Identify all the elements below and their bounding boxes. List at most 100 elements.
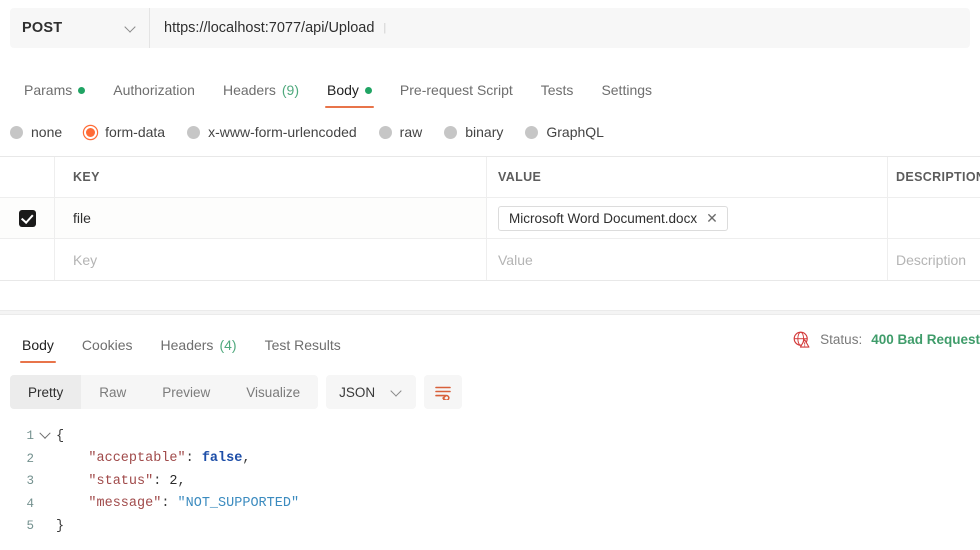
code-token: : — [153, 473, 170, 489]
header-description-cell: DESCRIPTION — [896, 170, 980, 184]
body-type-none[interactable]: none — [10, 124, 62, 140]
code-line: 1 { — [0, 425, 980, 448]
url-input[interactable]: https://localhost:7077/api/Upload | — [150, 8, 970, 48]
postman-window: POST https://localhost:7077/api/Upload |… — [0, 0, 980, 550]
code-token: 2 — [169, 473, 178, 489]
body-type-raw[interactable]: raw — [378, 124, 423, 140]
chevron-down-icon — [125, 22, 137, 34]
tab-authorization[interactable]: Authorization — [99, 72, 209, 108]
tab-headers[interactable]: Headers (9) — [209, 72, 313, 108]
response-tab-headers[interactable]: Headers (4) — [147, 327, 251, 363]
empty-row-description-input[interactable]: Description — [888, 239, 980, 280]
table-row-empty: Key Value Description — [0, 239, 980, 280]
code-line: 3 "status": 2, — [0, 470, 980, 493]
tab-body[interactable]: Body — [313, 72, 386, 108]
view-preview-button[interactable]: Preview — [144, 375, 228, 409]
word-wrap-icon — [435, 386, 451, 400]
empty-row-checkbox-cell[interactable] — [0, 239, 55, 280]
response-language-selector[interactable]: JSON — [326, 375, 417, 409]
pane-resize-handle[interactable] — [0, 310, 980, 315]
radio-icon-graphql — [525, 125, 539, 139]
tab-tests[interactable]: Tests — [527, 72, 588, 108]
code-line: 4 "message": "NOT_SUPPORTED" — [0, 493, 980, 516]
status-badge: 400 Bad Request — [871, 332, 980, 347]
code-token: false — [201, 451, 243, 467]
empty-row-value-input[interactable]: Value — [487, 239, 888, 280]
response-tab-headers-count: (4) — [219, 337, 237, 353]
request-url-bar: POST https://localhost:7077/api/Upload | — [10, 8, 970, 48]
body-type-form-data[interactable]: form-data — [84, 124, 165, 140]
response-language-label: JSON — [339, 384, 376, 400]
empty-row-key-placeholder: Key — [73, 251, 98, 268]
radio-icon-form-data — [84, 125, 98, 139]
form-data-table: KEY VALUE DESCRIPTION file Microsoft Wor… — [0, 156, 980, 281]
code-token: "status" — [88, 473, 154, 489]
row-description-cell[interactable] — [888, 198, 980, 238]
body-type-radio-group: none form-data x-www-form-urlencoded raw… — [10, 118, 626, 146]
response-tab-cookies[interactable]: Cookies — [68, 327, 147, 363]
response-tab-cookies-label: Cookies — [81, 337, 133, 353]
line-number: 3 — [26, 474, 34, 489]
radio-icon-urlencoded — [187, 125, 201, 139]
code-line: 5 } — [0, 515, 980, 538]
tab-headers-count: (9) — [281, 82, 299, 98]
row-value-cell[interactable]: Microsoft Word Document.docx ✕ — [487, 198, 888, 238]
url-value: https://localhost:7077/api/Upload — [164, 20, 375, 36]
tab-pre-request-script-label: Pre-request Script — [399, 82, 513, 98]
tab-params[interactable]: Params — [10, 72, 99, 108]
globe-warning-icon — [793, 331, 810, 348]
response-tab-test-results[interactable]: Test Results — [251, 327, 355, 363]
header-checkbox-cell — [0, 157, 55, 197]
table-row: file Microsoft Word Document.docx ✕ — [0, 198, 980, 239]
row-key-text: file — [73, 210, 91, 226]
body-type-graphql-label: GraphQL — [546, 124, 604, 140]
view-raw-button[interactable]: Raw — [81, 375, 144, 409]
header-value-cell: VALUE — [487, 157, 888, 197]
body-type-none-label: none — [31, 124, 63, 140]
response-body-viewer[interactable]: 1 { 2 "acceptable": false, 3 "status": 2… — [0, 425, 980, 550]
body-modified-dot-icon — [364, 86, 372, 94]
chevron-down-icon — [391, 386, 403, 398]
line-number: 4 — [26, 496, 34, 511]
empty-row-value-placeholder: Value — [498, 251, 533, 268]
response-tab-body-label: Body — [22, 337, 54, 353]
http-method-label: POST — [22, 20, 63, 36]
view-visualize-button[interactable]: Visualize — [228, 375, 318, 409]
word-wrap-toggle-button[interactable] — [424, 375, 463, 409]
row-key-cell[interactable]: file — [55, 198, 487, 238]
empty-row-description-placeholder: Description — [896, 251, 967, 268]
response-tab-body[interactable]: Body — [8, 327, 68, 363]
http-method-selector[interactable]: POST — [10, 8, 150, 48]
tab-pre-request-script[interactable]: Pre-request Script — [386, 72, 527, 108]
radio-icon-none — [10, 125, 23, 139]
line-number: 1 — [26, 429, 34, 444]
body-type-x-www-form-urlencoded[interactable]: x-www-form-urlencoded — [187, 124, 357, 140]
view-pretty-button[interactable]: Pretty — [10, 375, 82, 409]
remove-file-icon[interactable]: ✕ — [706, 211, 718, 225]
empty-row-key-input[interactable]: Key — [55, 239, 487, 280]
code-token: } — [56, 518, 65, 534]
request-tab-bar: Params Authorization Headers (9) Body Pr… — [0, 72, 980, 108]
code-token: , — [177, 473, 186, 489]
body-type-raw-label: raw — [399, 124, 423, 140]
code-fold-toggle-icon[interactable] — [34, 427, 56, 440]
file-chip[interactable]: Microsoft Word Document.docx ✕ — [498, 205, 728, 231]
body-type-graphql[interactable]: GraphQL — [525, 124, 604, 140]
tab-settings[interactable]: Settings — [587, 72, 666, 108]
row-checkbox-cell[interactable] — [0, 198, 55, 238]
radio-icon-binary — [444, 125, 458, 139]
body-type-binary[interactable]: binary — [444, 124, 503, 140]
code-token: : — [185, 451, 202, 467]
response-tab-headers-label: Headers — [160, 337, 214, 353]
code-token: "message" — [88, 496, 162, 512]
line-number: 5 — [26, 519, 34, 534]
code-token: "NOT_SUPPORTED" — [177, 496, 300, 512]
header-key-cell: KEY — [55, 157, 487, 197]
tab-headers-label: Headers — [222, 82, 276, 98]
checkbox-checked-icon[interactable] — [18, 209, 36, 227]
tab-tests-label: Tests — [540, 82, 574, 98]
response-format-toolbar: Pretty Raw Preview Visualize JSON — [10, 375, 463, 409]
status-label: Status: — [820, 332, 863, 347]
response-tab-test-results-label: Test Results — [264, 337, 341, 353]
tab-params-label: Params — [24, 82, 73, 98]
